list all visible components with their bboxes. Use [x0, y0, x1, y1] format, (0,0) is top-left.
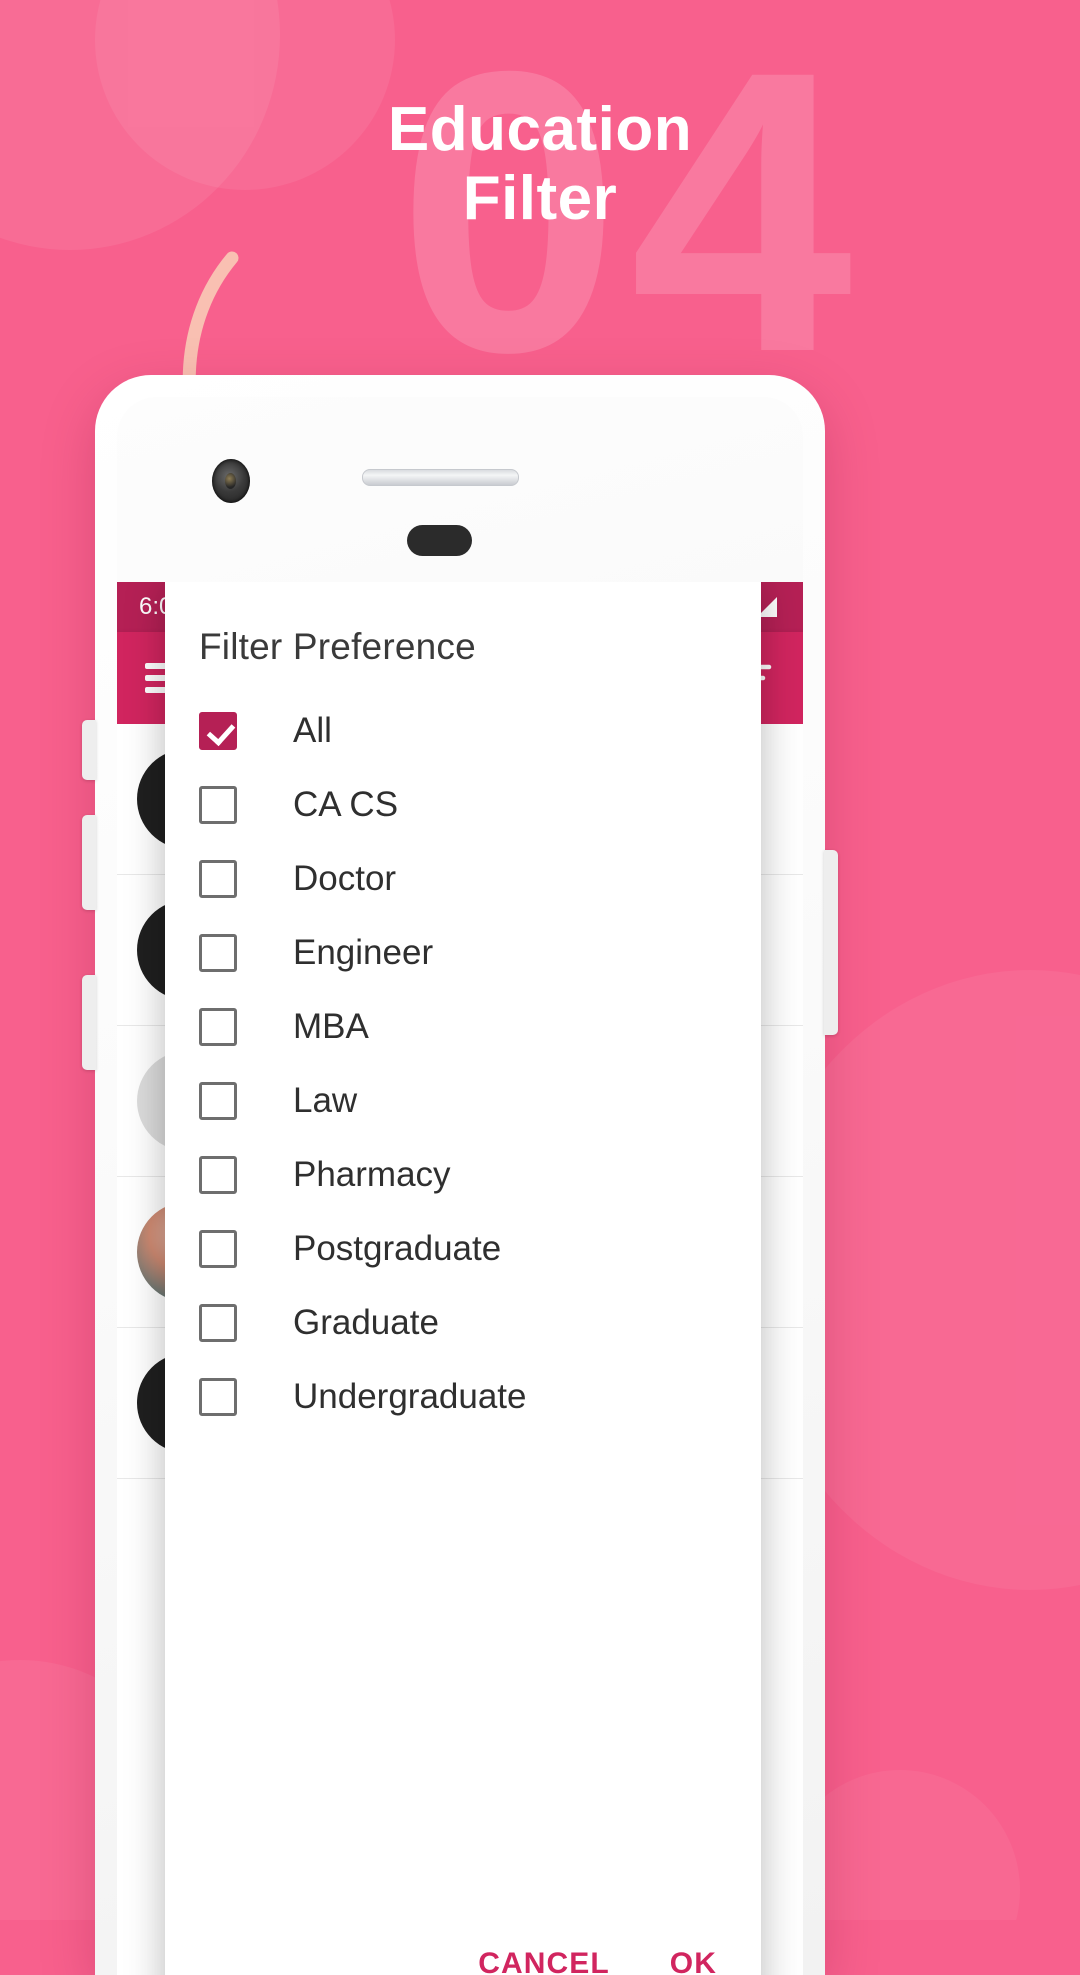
filter-option-pharmacy[interactable]: Pharmacy — [165, 1138, 761, 1212]
checkbox-icon[interactable] — [199, 1230, 237, 1268]
checkbox-icon[interactable] — [199, 934, 237, 972]
filter-option-label: Doctor — [293, 859, 397, 898]
proximity-sensor — [407, 525, 472, 556]
filter-option-postgraduate[interactable]: Postgraduate — [165, 1212, 761, 1286]
front-camera-icon — [212, 459, 250, 503]
filter-option-mba[interactable]: MBA — [165, 990, 761, 1064]
filter-option-ca-cs[interactable]: CA CS — [165, 768, 761, 842]
filter-options-list: All CA CS Doctor Engineer MBA Law Pharmacy Post… — [165, 694, 761, 1921]
filter-option-label: Undergraduate — [293, 1377, 527, 1416]
checkbox-icon[interactable] — [199, 1378, 237, 1416]
checkbox-icon[interactable] — [199, 1156, 237, 1194]
filter-option-undergraduate[interactable]: Undergraduate — [165, 1360, 761, 1434]
phone-volume-button — [82, 975, 96, 1070]
checkbox-icon[interactable] — [199, 1008, 237, 1046]
phone-side-button — [82, 720, 96, 780]
phone-power-button — [824, 850, 838, 1035]
checkbox-icon[interactable] — [199, 712, 237, 750]
filter-option-label: Law — [293, 1081, 358, 1120]
filter-option-label: Engineer — [293, 933, 434, 972]
ok-button[interactable]: OK — [670, 1947, 717, 1975]
filter-preference-dialog: Filter Preference All CA CS Doctor Engineer… — [165, 582, 761, 1975]
cancel-button[interactable]: CANCEL — [478, 1947, 610, 1975]
filter-option-all[interactable]: All — [165, 694, 761, 768]
dialog-title: Filter Preference — [199, 626, 476, 667]
page-title-line2: Filter — [462, 164, 618, 234]
checkbox-icon[interactable] — [199, 786, 237, 824]
phone-volume-button — [82, 815, 96, 910]
page-title-line1: Education — [387, 95, 693, 164]
filter-option-label: Postgraduate — [293, 1229, 502, 1268]
dialog-actions: CANCEL OK — [165, 1921, 761, 1975]
phone-screen: 6:08 A — [117, 582, 803, 1975]
earpiece-speaker — [362, 469, 519, 486]
phone-mockup: 6:08 A — [82, 375, 838, 1975]
filter-option-label: CA CS — [293, 785, 399, 824]
checkbox-icon[interactable] — [199, 1304, 237, 1342]
filter-option-graduate[interactable]: Graduate — [165, 1286, 761, 1360]
filter-option-label: All — [293, 711, 332, 750]
filter-option-doctor[interactable]: Doctor — [165, 842, 761, 916]
filter-option-engineer[interactable]: Engineer — [165, 916, 761, 990]
filter-option-label: Graduate — [293, 1303, 439, 1342]
page-title: Education Filter — [0, 95, 1080, 234]
checkbox-icon[interactable] — [199, 860, 237, 898]
checkbox-icon[interactable] — [199, 1082, 237, 1120]
filter-option-label: MBA — [293, 1007, 369, 1046]
filter-option-label: Pharmacy — [293, 1155, 451, 1194]
filter-option-law[interactable]: Law — [165, 1064, 761, 1138]
